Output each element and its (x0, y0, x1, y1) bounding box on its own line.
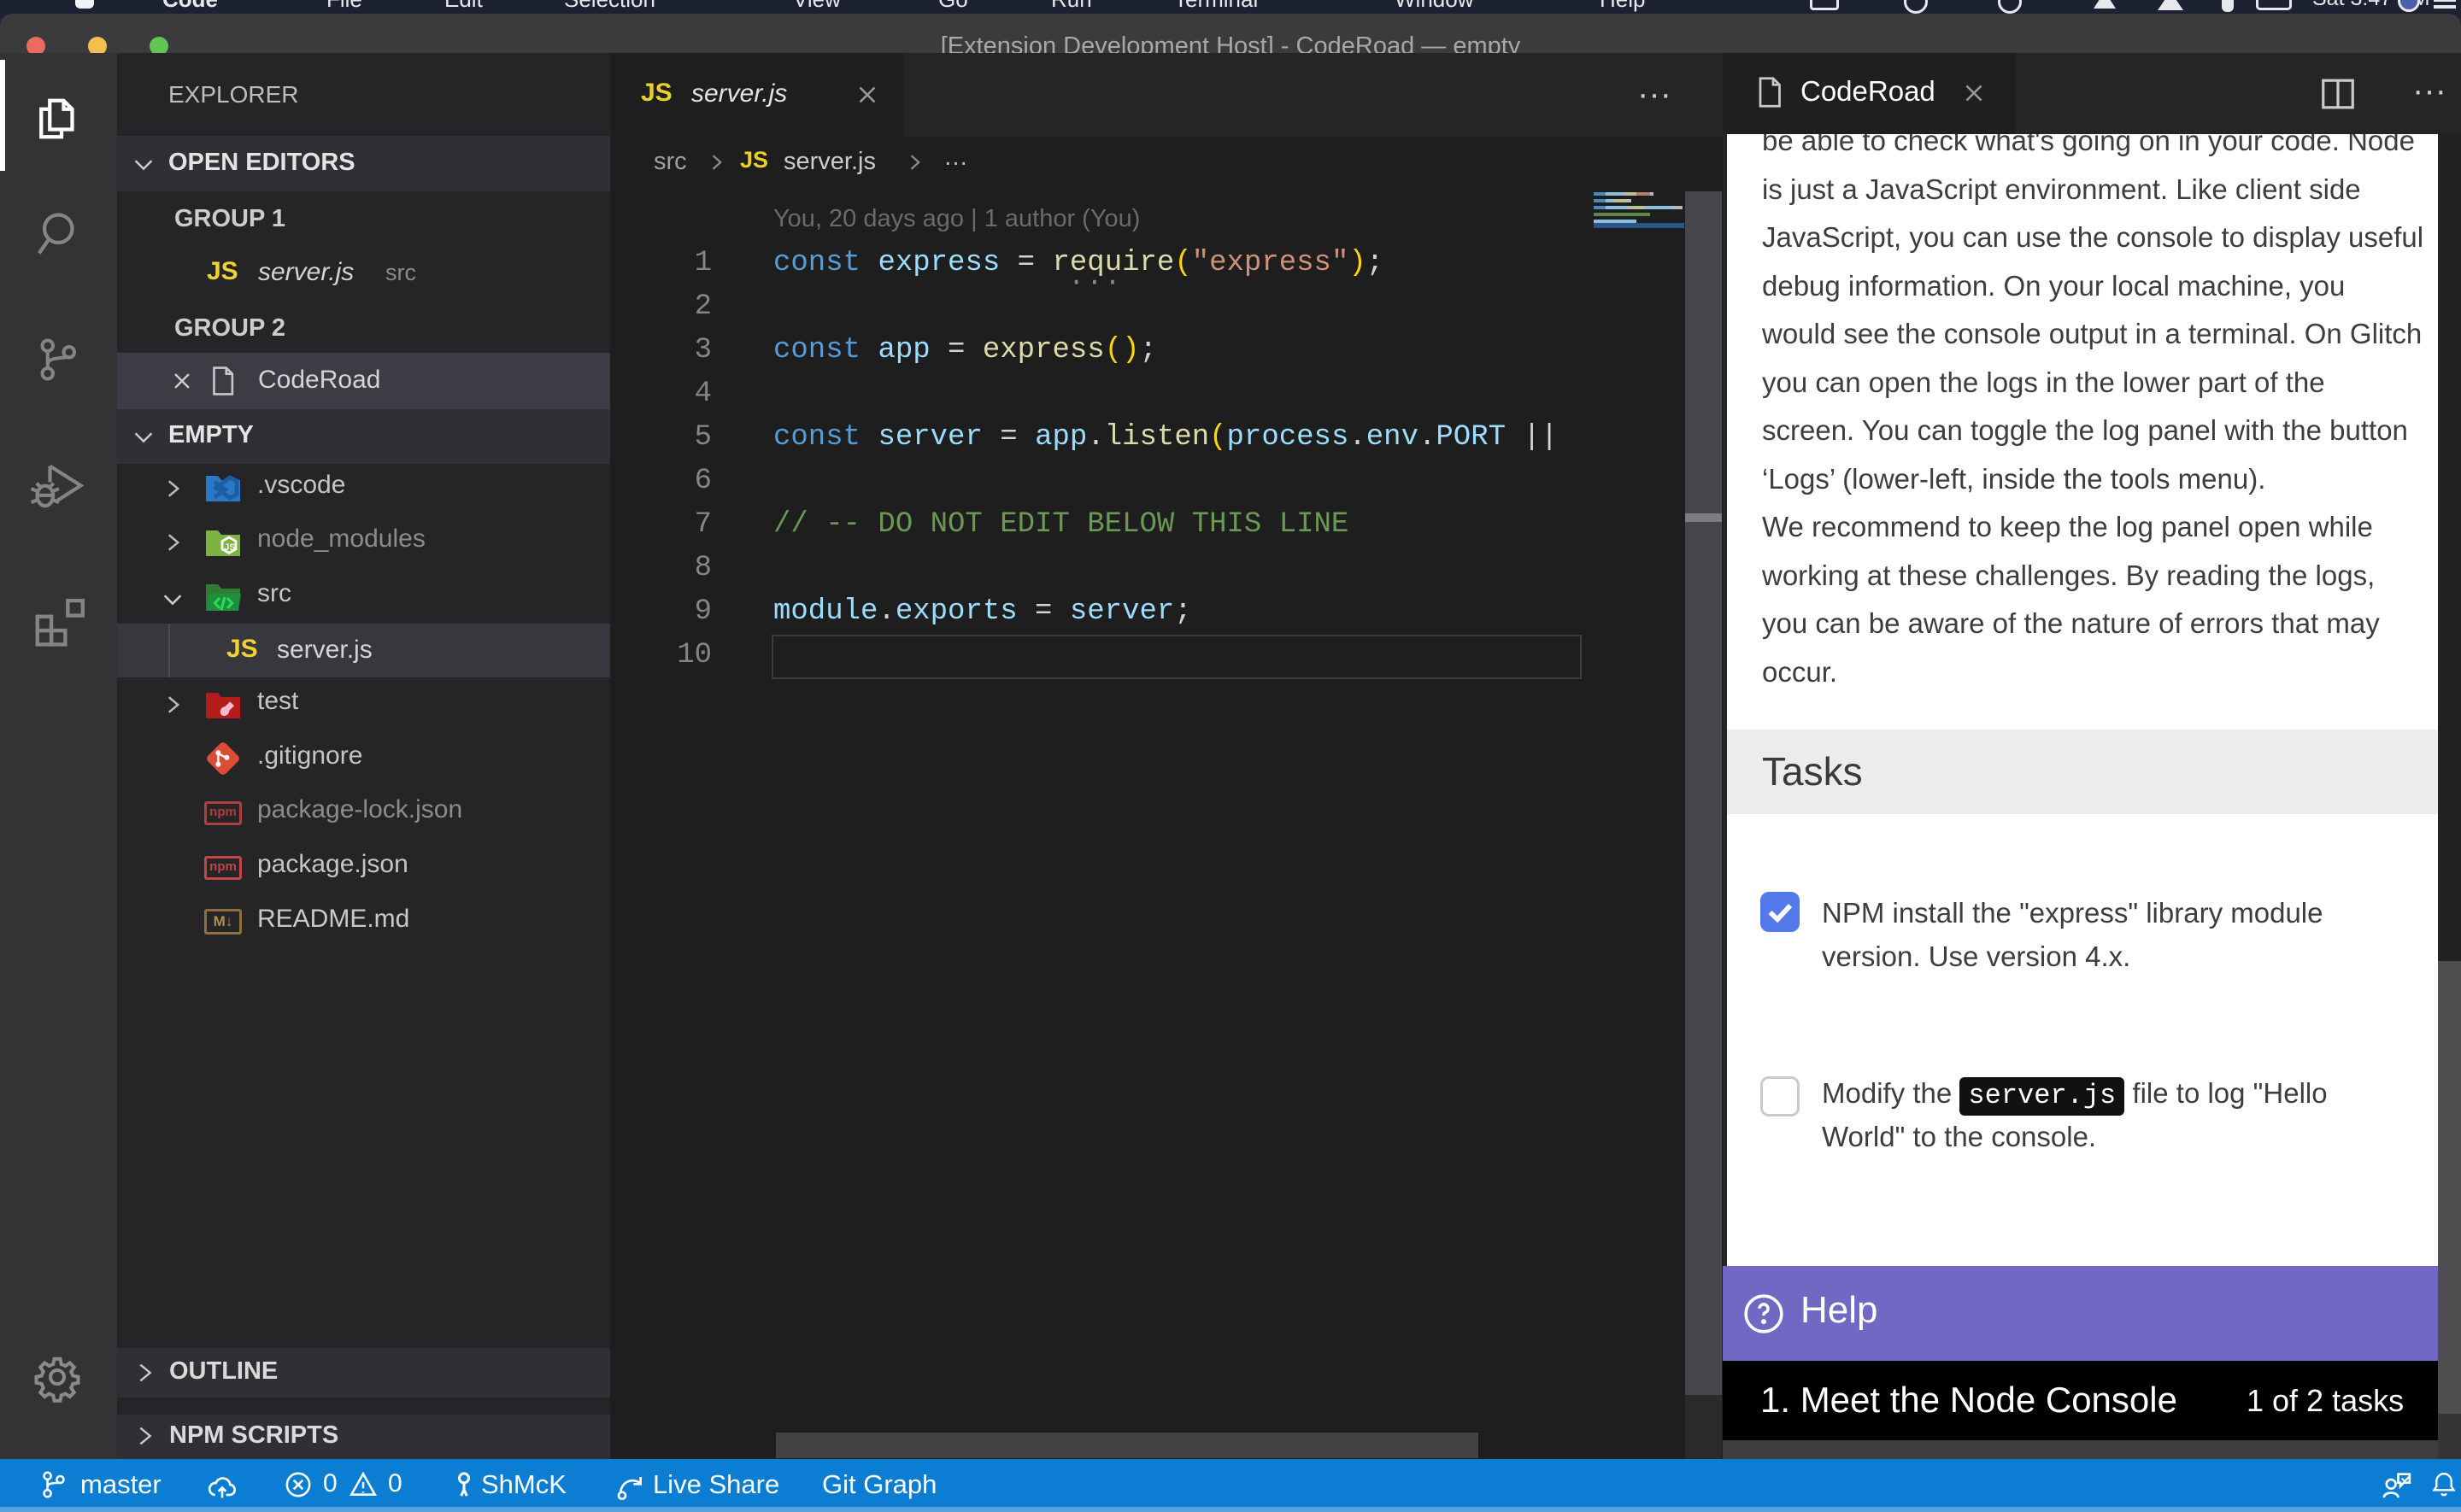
svg-text:JS: JS (224, 542, 235, 553)
